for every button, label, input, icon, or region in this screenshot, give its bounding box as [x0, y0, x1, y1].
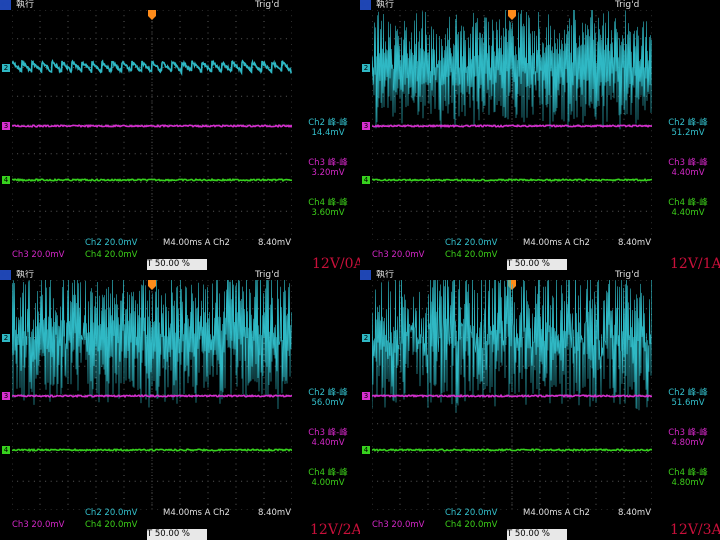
load-condition-label: 12V/0A	[312, 256, 360, 270]
ch2-scale-row: Ch2 20.0mV M4.00ms A Ch2 8.40mV	[445, 508, 652, 518]
ch4-marker: 4	[2, 176, 10, 184]
scope-panel-1: Tek 執行 Trig'd 2 3 4 Ch2 峰-峰 51.2mV Ch3 峰-…	[360, 0, 720, 270]
trigger-position: T 50.00 %	[147, 259, 207, 270]
tek-logo-icon: Tek	[0, 0, 11, 10]
tek-logo-icon: Tek	[360, 270, 371, 280]
tek-logo-icon: Tek	[0, 270, 11, 280]
ch4-marker: 4	[362, 176, 370, 184]
trigger-t-icon	[148, 280, 156, 290]
ch3-marker: 3	[362, 122, 370, 130]
trigger-t-icon	[508, 10, 516, 20]
ch4-trace	[372, 177, 652, 182]
ch2-measurement: Ch2 峰-峰 14.4mV	[308, 118, 348, 138]
run-state: 執行	[376, 270, 395, 280]
waveform-plot	[12, 10, 292, 240]
load-condition-label: 12V/2A	[310, 522, 360, 538]
ch4-measurement: Ch4 峰-峰 4.00mV	[308, 468, 348, 488]
ch4-measurement: Ch4 峰-峰 4.80mV	[668, 468, 708, 488]
status-bar: Tek 執行 Trig'd	[360, 0, 720, 10]
load-condition-label: 12V/3A	[670, 522, 720, 538]
status-bar: Tek 執行 Trig'd	[360, 270, 720, 280]
ch4-trace	[12, 177, 292, 183]
trigger-t-icon	[148, 10, 156, 20]
status-bar: Tek 執行 Trig'd	[0, 0, 360, 10]
ch2-trace	[372, 10, 652, 130]
waveform-plot	[12, 280, 292, 510]
status-bar: Tek 執行 Trig'd	[0, 270, 360, 280]
ch2-marker: 2	[362, 334, 370, 342]
ch3-measurement: Ch3 峰-峰 4.40mV	[668, 158, 708, 178]
scope-panel-3: Tek 執行 Trig'd 2 3 4 Ch2 峰-峰 51.6mV Ch3 峰-…	[360, 270, 720, 540]
ch2-scale-row: Ch2 20.0mV M4.00ms A Ch2 8.40mV	[85, 238, 292, 248]
graticule	[372, 280, 652, 510]
run-state: 執行	[16, 270, 35, 280]
trigger-state: Trig'd	[615, 270, 640, 280]
ch2-measurement: Ch2 峰-峰 51.2mV	[668, 118, 708, 138]
ch2-marker: 2	[2, 64, 10, 72]
ch4-marker: 4	[2, 446, 10, 454]
trigger-state: Trig'd	[255, 0, 280, 10]
ch3-marker: 3	[362, 392, 370, 400]
ch3-trace	[12, 123, 292, 129]
ch4-measurement: Ch4 峰-峰 4.40mV	[668, 198, 708, 218]
run-state: 執行	[376, 0, 395, 10]
trigger-position: T 50.00 %	[507, 259, 567, 270]
scope-panel-0: Tek 執行 Trig'd 2 3 4 Ch2 峰-峰 14.4mV Ch3 峰-…	[0, 0, 360, 270]
ch3-measurement: Ch3 峰-峰 4.80mV	[668, 428, 708, 448]
ch2-measurement: Ch2 峰-峰 51.6mV	[668, 388, 708, 408]
ch3-measurement: Ch3 峰-峰 4.40mV	[308, 428, 348, 448]
load-condition-label: 12V/1A	[670, 256, 720, 270]
trigger-state: Trig'd	[255, 270, 280, 280]
ch3-measurement: Ch3 峰-峰 3.20mV	[308, 158, 348, 178]
ch4-trace	[372, 447, 652, 453]
waveform-plot	[372, 280, 652, 510]
waveform-plot	[372, 10, 652, 240]
ch4-trace	[12, 447, 292, 453]
ch3-trace	[372, 124, 652, 129]
trigger-position: T 50.00 %	[507, 529, 567, 540]
tek-logo-icon: Tek	[360, 0, 371, 10]
ch2-measurement: Ch2 峰-峰 56.0mV	[308, 388, 348, 408]
ch3-marker: 3	[2, 392, 10, 400]
ch3-trace	[12, 393, 292, 399]
ch2-marker: 2	[2, 334, 10, 342]
ch4-measurement: Ch4 峰-峰 3.60mV	[308, 198, 348, 218]
ch2-marker: 2	[362, 64, 370, 72]
trigger-state: Trig'd	[615, 0, 640, 10]
ch2-scale-row: Ch2 20.0mV M4.00ms A Ch2 8.40mV	[85, 508, 292, 518]
ch4-marker: 4	[362, 446, 370, 454]
ch3-marker: 3	[2, 122, 10, 130]
ch2-trace	[12, 58, 292, 77]
ch2-scale-row: Ch2 20.0mV M4.00ms A Ch2 8.40mV	[445, 238, 652, 248]
scope-panel-2: Tek 執行 Trig'd 2 3 4 Ch2 峰-峰 56.0mV Ch3 峰-…	[0, 270, 360, 540]
run-state: 執行	[16, 0, 35, 10]
ch2-trace	[372, 280, 652, 413]
trigger-position: T 50.00 %	[147, 529, 207, 540]
